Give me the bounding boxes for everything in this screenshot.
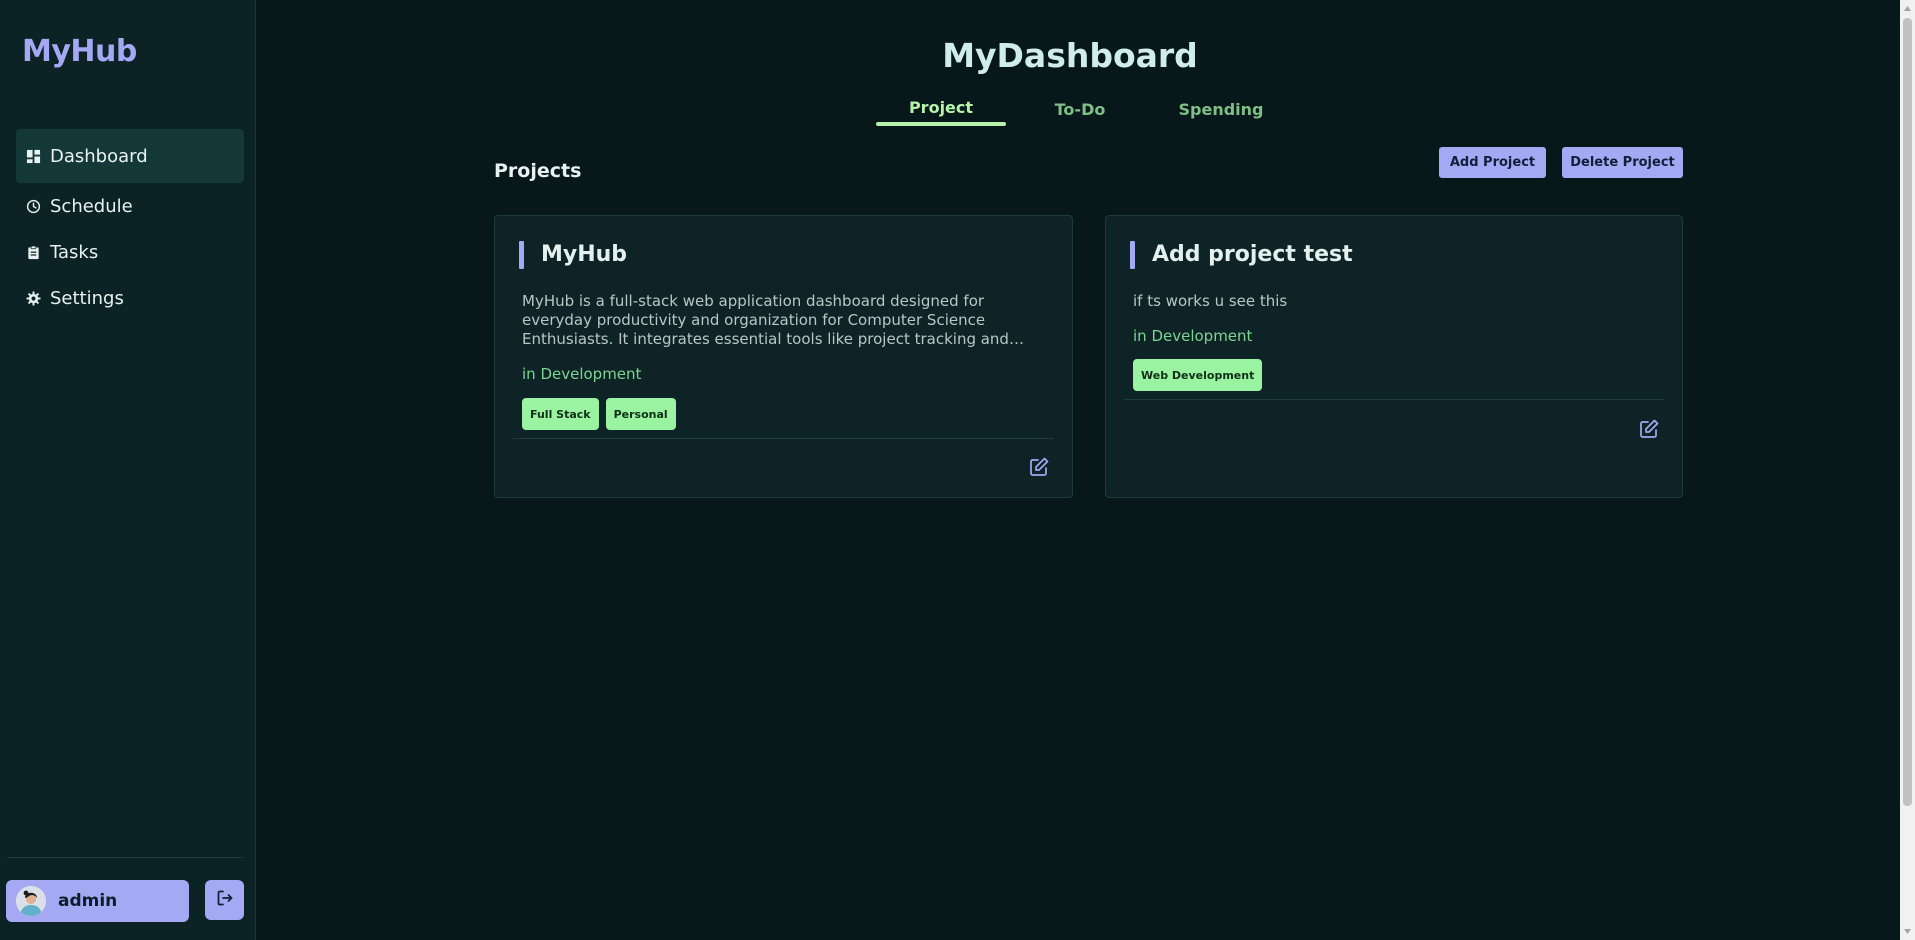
delete-project-button[interactable]: Delete Project	[1562, 147, 1683, 178]
project-tag: Full Stack	[522, 398, 599, 430]
clock-icon	[25, 198, 41, 214]
card-divider	[513, 438, 1054, 439]
tab-todo[interactable]: To-Do	[1040, 100, 1120, 119]
project-description: if ts works u see this	[1133, 292, 1288, 310]
project-status: in Development	[1133, 327, 1253, 345]
edit-icon[interactable]	[1638, 418, 1660, 440]
card-divider	[1124, 399, 1664, 400]
sidebar-item-label: Tasks	[50, 241, 99, 263]
sidebar-item-dashboard[interactable]: Dashboard	[16, 129, 244, 183]
clipboard-icon	[25, 244, 41, 260]
logout-button[interactable]	[205, 880, 244, 920]
gear-icon	[25, 290, 41, 306]
sidebar-item-tasks[interactable]: Tasks	[16, 229, 244, 275]
tab-project[interactable]: Project	[876, 98, 1006, 117]
project-card[interactable]: Add project test if ts works u see this …	[1105, 215, 1683, 498]
sidebar-item-label: Settings	[50, 287, 124, 309]
project-tag: Personal	[605, 398, 676, 430]
user-profile-button[interactable]: admin	[6, 880, 189, 922]
logout-icon	[216, 889, 234, 911]
edit-icon[interactable]	[1028, 456, 1050, 478]
card-accent-bar	[519, 241, 524, 269]
project-title: MyHub	[541, 242, 628, 267]
avatar	[16, 886, 46, 916]
section-title: Projects	[494, 160, 582, 182]
scroll-up-arrow-icon[interactable]	[1903, 4, 1912, 13]
add-project-button[interactable]: Add Project	[1439, 147, 1546, 178]
user-name: admin	[58, 891, 118, 911]
active-tab-indicator	[876, 122, 1006, 126]
sidebar-divider	[7, 857, 243, 858]
sidebar-item-label: Dashboard	[50, 145, 148, 167]
card-accent-bar	[1130, 241, 1135, 269]
scroll-down-arrow-icon[interactable]	[1903, 927, 1912, 936]
project-status: in Development	[522, 365, 642, 383]
project-title: Add project test	[1152, 242, 1353, 267]
sidebar: MyHub Dashboard Schedule Tasks Settings	[0, 0, 256, 940]
sidebar-item-label: Schedule	[50, 195, 133, 217]
project-description: MyHub is a full-stack web application da…	[522, 292, 1009, 348]
sidebar-nav: Dashboard Schedule Tasks Settings	[16, 129, 244, 321]
project-tags: Web Development	[1133, 359, 1263, 391]
sidebar-item-schedule[interactable]: Schedule	[16, 183, 244, 229]
dashboard-icon	[25, 148, 41, 164]
project-tag: Web Development	[1133, 359, 1263, 391]
project-card[interactable]: MyHub MyHub is a full-stack web applicat…	[494, 215, 1073, 498]
sidebar-item-settings[interactable]: Settings	[16, 275, 244, 321]
project-tags: Full Stack Personal	[522, 398, 676, 430]
page-title: MyDashboard	[942, 36, 1198, 75]
tab-spending[interactable]: Spending	[1170, 100, 1272, 119]
scrollbar-thumb[interactable]	[1903, 18, 1912, 806]
